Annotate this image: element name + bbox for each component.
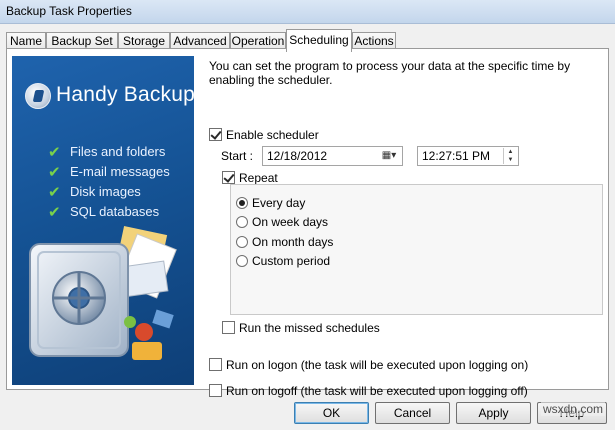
feature-item: ✔ Files and folders [48,144,166,161]
time-spinner[interactable]: ▲ ▼ [503,148,517,164]
feature-item: ✔ SQL databases [48,204,160,221]
repeat-week-days-option[interactable]: On week days [236,214,328,229]
run-on-logoff-option[interactable]: Run on logoff (the task will be executed… [209,383,528,398]
start-label: Start : [221,149,254,163]
checkmark-icon: ✔ [48,144,61,161]
enable-scheduler-checkbox[interactable] [209,128,222,142]
run-missed-checkbox[interactable] [222,321,235,335]
checkmark-icon: ✔ [48,164,61,181]
brand-banner: Handy Backup ✔ Files and folders ✔ E-mai… [12,56,194,385]
every-day-label: Every day [252,195,306,210]
run-on-logon-checkbox[interactable] [209,358,222,372]
run-on-logoff-label: Run on logoff (the task will be executed… [226,383,528,398]
enable-scheduler-label: Enable scheduler [226,127,319,142]
scheduling-panel: Handy Backup ✔ Files and folders ✔ E-mai… [6,48,609,398]
spin-up-icon[interactable]: ▲ [504,148,517,156]
spin-down-icon[interactable]: ▼ [504,156,517,164]
custom-period-label: Custom period [252,253,331,268]
repeat-custom-period-option[interactable]: Custom period [236,253,330,268]
run-on-logon-label: Run on logon (the task will be executed … [226,357,529,372]
start-date-picker[interactable]: 12/18/2012 ▦▾ [262,146,403,166]
tab-scheduling[interactable]: Scheduling [286,29,352,52]
watermark-text: wsxdn.com [540,402,605,416]
brand-title: Handy Backup [56,83,194,106]
run-on-logon-option[interactable]: Run on logon (the task will be executed … [209,357,528,372]
window-title: Backup Task Properties [6,4,132,18]
week-days-label: On week days [252,214,329,229]
feature-item: ✔ E-mail messages [48,164,170,181]
run-on-logoff-checkbox[interactable] [209,384,222,398]
feature-item: ✔ Disk images [48,184,141,201]
start-date-value: 12/18/2012 [267,149,328,163]
start-time-value: 12:27:51 PM [422,149,491,163]
enable-scheduler-option[interactable]: Enable scheduler [209,127,319,142]
repeat-option[interactable]: Repeat [222,170,278,185]
repeat-checkbox[interactable] [222,171,235,185]
dialog-body: Name Backup Set Storage Advanced Operati… [0,24,615,430]
custom-period-radio[interactable] [236,254,248,267]
checkmark-icon: ✔ [48,204,61,221]
run-missed-option[interactable]: Run the missed schedules [222,320,380,335]
week-days-radio[interactable] [236,215,248,228]
handy-backup-logo-icon [25,83,51,109]
repeat-every-day-option[interactable]: Every day [236,195,305,210]
repeat-label: Repeat [239,170,278,185]
safe-illustration-icon [29,226,177,360]
cancel-button[interactable]: Cancel [375,402,450,424]
month-days-label: On month days [252,234,334,249]
start-time-field[interactable]: 12:27:51 PM ▲ ▼ [417,146,519,166]
title-bar: Backup Task Properties [0,0,615,24]
repeat-month-days-option[interactable]: On month days [236,234,333,249]
ok-button[interactable]: OK [294,402,369,424]
calendar-dropdown-icon[interactable]: ▦▾ [378,149,400,163]
run-missed-label: Run the missed schedules [239,320,380,335]
month-days-radio[interactable] [236,235,248,248]
checkmark-icon: ✔ [48,184,61,201]
apply-button[interactable]: Apply [456,402,531,424]
scheduling-description: You can set the program to process your … [209,59,571,87]
every-day-radio[interactable] [236,196,248,209]
